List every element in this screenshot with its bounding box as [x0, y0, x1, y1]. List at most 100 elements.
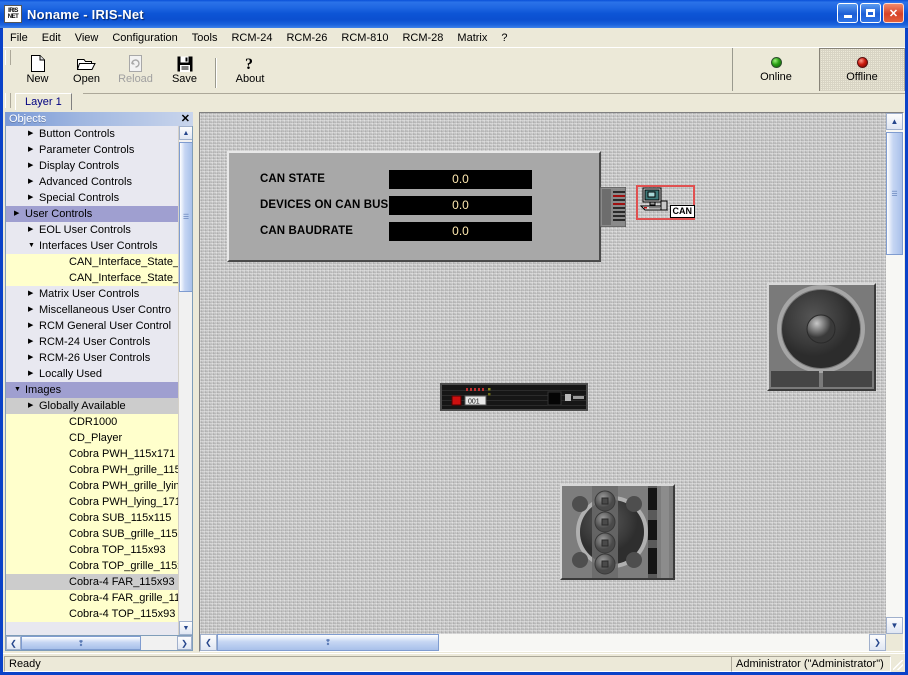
chevron-right-icon[interactable] [28, 302, 39, 318]
chevron-right-icon[interactable] [28, 142, 39, 158]
sub-speaker-image[interactable] [767, 283, 876, 391]
tree-item[interactable]: User Controls [6, 206, 178, 222]
chevron-right-icon[interactable] [28, 318, 39, 334]
save-button[interactable]: Save [160, 49, 209, 91]
menu-configuration[interactable]: Configuration [105, 30, 184, 46]
layer-canvas[interactable]: CAN STATE 0.0 DEVICES ON CAN BUS 0.0 CAN… [200, 113, 886, 634]
chevron-right-icon[interactable] [28, 190, 39, 206]
tree-item[interactable]: CDR1000 [6, 414, 178, 430]
objects-tree-scroll-thumb[interactable]: ☰ [179, 142, 192, 292]
toolbar-grip[interactable] [5, 50, 11, 65]
objects-tree-horizontal-scrollbar[interactable]: ❮ ❢ ❯ [5, 636, 193, 651]
menu-tools[interactable]: Tools [185, 30, 225, 46]
canvas-scroll-down-icon[interactable]: ▼ [886, 617, 903, 634]
rack-amplifier-device[interactable]: 001 [440, 383, 588, 411]
canvas-vscroll-thumb[interactable]: ☰ [886, 132, 903, 255]
menu-view[interactable]: View [68, 30, 106, 46]
offline-button[interactable]: Offline [819, 48, 905, 92]
chevron-right-icon[interactable] [28, 126, 39, 142]
canvas-scroll-up-icon[interactable]: ▲ [886, 113, 903, 130]
objects-tree-vertical-scrollbar[interactable]: ▲ ☰ ▼ [178, 126, 192, 635]
can-status-panel[interactable]: CAN STATE 0.0 DEVICES ON CAN BUS 0.0 CAN… [227, 151, 601, 262]
tree-item[interactable]: Interfaces User Controls [6, 238, 178, 254]
tree-item[interactable]: Matrix User Controls [6, 286, 178, 302]
canvas-hscroll-thumb[interactable]: ❢ [217, 634, 439, 651]
objects-panel-close-icon[interactable]: ✕ [181, 112, 190, 126]
scroll-right-icon[interactable]: ❯ [177, 636, 192, 650]
tree-item[interactable]: Cobra TOP_grille_115x [6, 558, 178, 574]
tree-item[interactable]: Parameter Controls [6, 142, 178, 158]
chevron-right-icon[interactable] [14, 206, 25, 222]
open-button[interactable]: Open [62, 49, 111, 91]
chevron-right-icon[interactable] [28, 366, 39, 382]
tree-item[interactable]: Cobra PWH_lying_171 [6, 494, 178, 510]
canvas-vertical-scrollbar[interactable]: ▲ ☰ ▼ [886, 113, 903, 634]
tree-item[interactable]: Cobra TOP_115x93 [6, 542, 178, 558]
chevron-down-icon[interactable] [28, 238, 39, 254]
chevron-right-icon[interactable] [28, 398, 39, 414]
tree-item[interactable]: Images [6, 382, 178, 398]
menu-edit[interactable]: Edit [35, 30, 68, 46]
scroll-down-icon[interactable]: ▼ [179, 621, 192, 635]
chevron-right-icon[interactable] [28, 334, 39, 350]
tree-item[interactable]: RCM-24 User Controls [6, 334, 178, 350]
tree-item[interactable]: CAN_Interface_State_ [6, 254, 178, 270]
close-button[interactable]: ✕ [883, 3, 904, 23]
menu-rcm-26[interactable]: RCM-26 [279, 30, 334, 46]
chevron-down-icon[interactable] [14, 382, 25, 398]
tree-item[interactable]: CD_Player [6, 430, 178, 446]
tree-item[interactable]: CAN_Interface_State_ [6, 270, 178, 286]
tree-item[interactable]: Display Controls [6, 158, 178, 174]
tree-item[interactable]: Special Controls [6, 190, 178, 206]
objects-hscroll-thumb[interactable]: ❢ [21, 636, 141, 650]
menu-rcm-810[interactable]: RCM-810 [334, 30, 395, 46]
canvas-horizontal-scrollbar[interactable]: ❮ ❢ ❯ [200, 634, 886, 651]
scroll-up-icon[interactable]: ▲ [179, 126, 192, 140]
about-button[interactable]: ? About [223, 49, 277, 91]
tree-item[interactable]: Cobra-4 FAR_115x93 [6, 574, 178, 590]
can-interface-node[interactable]: CAN [636, 185, 695, 220]
line-array-speaker-image[interactable] [560, 484, 675, 580]
tree-item-label: Cobra PWH_115x171 [69, 448, 176, 460]
tree-item[interactable]: Cobra-4 TOP_115x93 [6, 606, 178, 622]
tree-item[interactable]: Miscellaneous User Contro [6, 302, 178, 318]
new-button[interactable]: New [13, 49, 62, 91]
tree-item[interactable]: Globally Available [6, 398, 178, 414]
menu-matrix[interactable]: Matrix [450, 30, 494, 46]
canvas-scroll-right-icon[interactable]: ❯ [869, 634, 886, 651]
menu-rcm-24[interactable]: RCM-24 [224, 30, 279, 46]
tree-item[interactable]: RCM-26 User Controls [6, 350, 178, 366]
tree-item[interactable]: Cobra SUB_115x115 [6, 510, 178, 526]
tree-item[interactable]: Advanced Controls [6, 174, 178, 190]
menu-rcm-28[interactable]: RCM-28 [395, 30, 450, 46]
tree-item[interactable]: Button Controls [6, 126, 178, 142]
objects-hscroll-track[interactable]: ❢ [21, 636, 177, 650]
minimize-button[interactable] [837, 3, 858, 23]
tree-item[interactable]: EOL User Controls [6, 222, 178, 238]
objects-tree[interactable]: Button Controls Parameter Controls Display… [5, 126, 193, 636]
tree-item[interactable]: Cobra PWH_grille_lying [6, 478, 178, 494]
tree-item[interactable]: Locally Used [6, 366, 178, 382]
scroll-left-icon[interactable]: ❮ [6, 636, 21, 650]
chevron-right-icon[interactable] [28, 222, 39, 238]
tree-item[interactable]: Cobra SUB_grille_115x [6, 526, 178, 542]
tree-item[interactable]: Cobra PWH_115x171 [6, 446, 178, 462]
chevron-right-icon[interactable] [28, 286, 39, 302]
tab-layer-1[interactable]: Layer 1 [15, 93, 72, 110]
tabstrip-grip[interactable] [5, 93, 11, 108]
chevron-right-icon[interactable] [28, 350, 39, 366]
partial-rack-device[interactable] [599, 186, 627, 228]
tree-item[interactable]: Cobra PWH_grille_115 [6, 462, 178, 478]
maximize-button[interactable] [860, 3, 881, 23]
menu-help[interactable]: ? [494, 30, 514, 46]
tree-item[interactable]: Cobra-4 FAR_grille_11 [6, 590, 178, 606]
menu-file[interactable]: File [3, 30, 35, 46]
online-button[interactable]: Online [733, 48, 819, 92]
can-baudrate-value: 0.0 [389, 221, 532, 241]
canvas-hscroll-track[interactable]: ❢ [217, 634, 869, 651]
resize-grip-icon[interactable] [891, 656, 905, 672]
canvas-scroll-left-icon[interactable]: ❮ [200, 634, 217, 651]
chevron-right-icon[interactable] [28, 158, 39, 174]
tree-item[interactable]: RCM General User Control [6, 318, 178, 334]
chevron-right-icon[interactable] [28, 174, 39, 190]
